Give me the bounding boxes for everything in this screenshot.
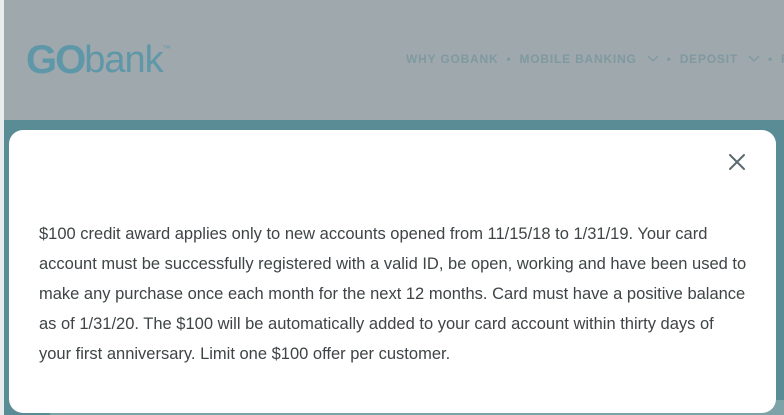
nav-item-mobile-banking[interactable]: MOBILE BANKING [519, 52, 636, 66]
gobank-logo[interactable]: GO bank ™ [26, 38, 171, 82]
logo-go: GO [26, 38, 86, 82]
nav-separator: • [666, 52, 672, 66]
nav-separator: • [767, 52, 773, 66]
close-button[interactable] [725, 150, 749, 174]
nav-separator: • [506, 52, 512, 66]
site-header: GO bank ™ WHY GOBANK • MOBILE BANKING • … [4, 0, 784, 120]
nav-item-why-gobank[interactable]: WHY GOBANK [406, 52, 498, 66]
nav-item-deposit[interactable]: DEPOSIT [680, 52, 738, 66]
logo-trademark: ™ [162, 44, 171, 53]
chevron-down-icon [647, 55, 659, 62]
main-nav: WHY GOBANK • MOBILE BANKING • DEPOSIT • … [406, 52, 784, 66]
disclaimer-modal: $100 credit award applies only to new ac… [9, 130, 776, 413]
close-icon [729, 154, 745, 170]
disclaimer-text: $100 credit award applies only to new ac… [39, 224, 747, 363]
logo-bank: bank [84, 39, 163, 81]
chevron-down-icon [748, 55, 760, 62]
